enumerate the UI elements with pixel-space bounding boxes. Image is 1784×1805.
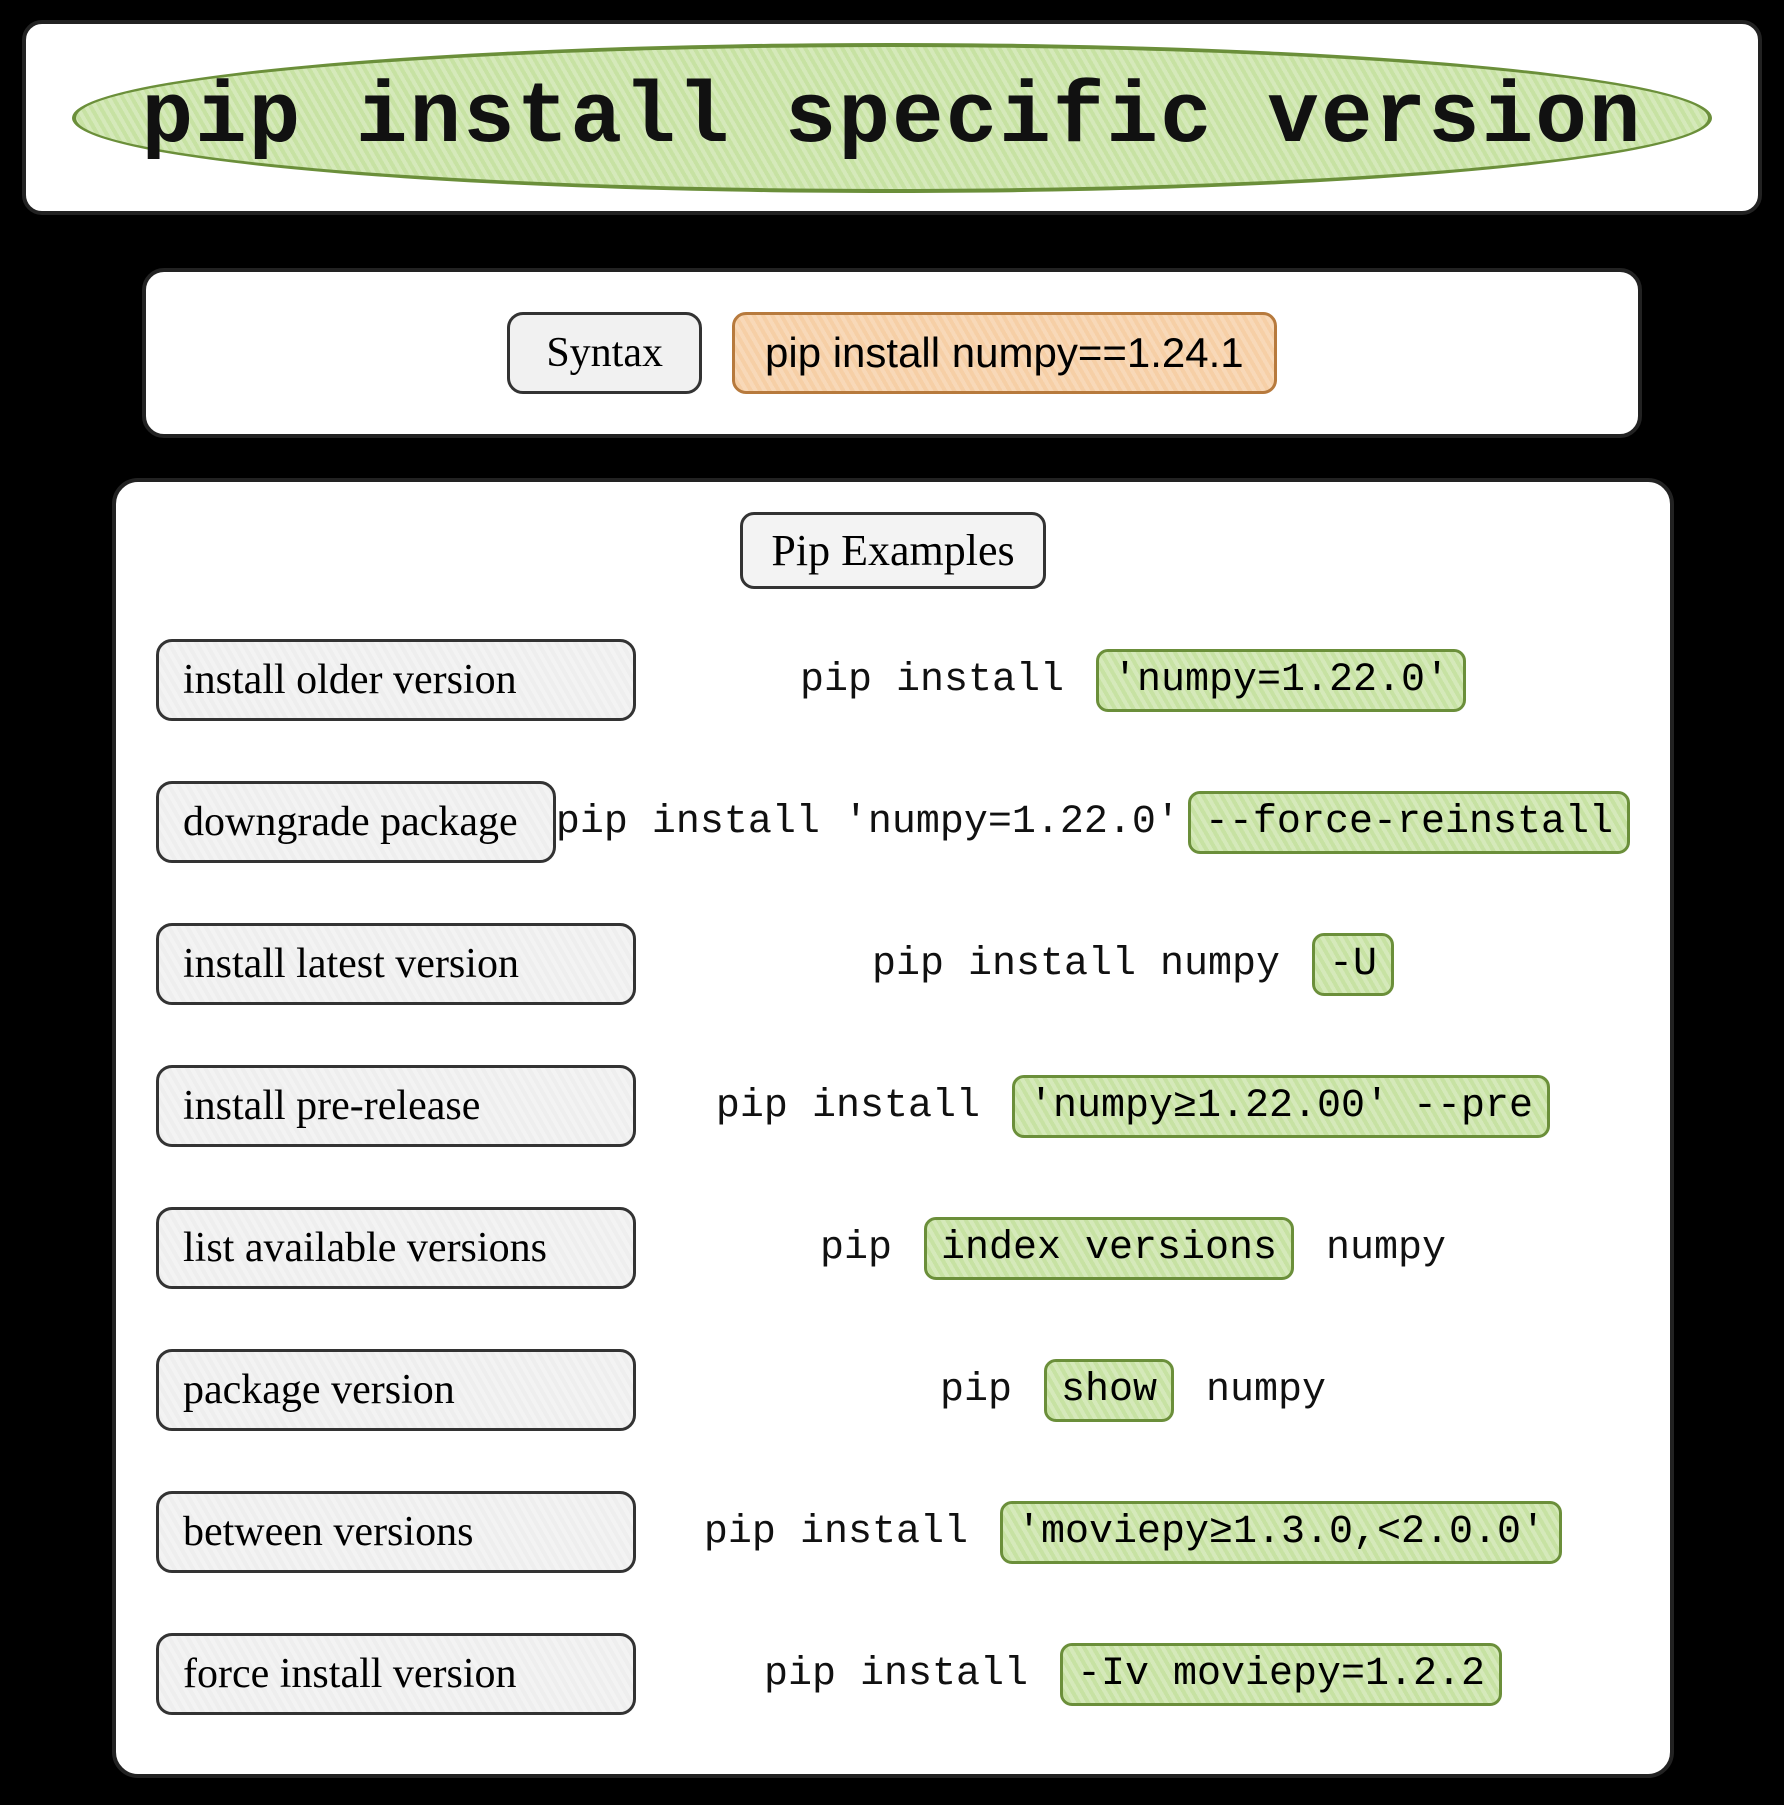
example-command: pip show numpy xyxy=(636,1359,1630,1422)
command-text: pip xyxy=(820,1226,916,1271)
example-label: install pre-release xyxy=(156,1065,636,1147)
example-label: install latest version xyxy=(156,923,636,1005)
syntax-label: Syntax xyxy=(507,312,702,394)
example-command: pip install -Iv moviepy=1.2.2 xyxy=(636,1643,1630,1706)
example-command: pip install 'moviepy≥1.3.0,<2.0.0' xyxy=(636,1501,1630,1564)
command-text: pip install xyxy=(764,1652,1052,1697)
example-label: between versions xyxy=(156,1491,636,1573)
command-highlight: 'numpy≥1.22.00' --pre xyxy=(1012,1075,1550,1138)
page-title: pip install specific version xyxy=(141,69,1642,167)
examples-card: Pip Examples install older versionpip in… xyxy=(112,478,1674,1778)
example-row: force install versionpip install -Iv mov… xyxy=(156,1633,1630,1715)
syntax-code: pip install numpy==1.24.1 xyxy=(732,312,1277,394)
examples-header: Pip Examples xyxy=(156,512,1630,589)
command-text: pip install 'numpy=1.22.0' xyxy=(556,800,1180,845)
examples-list: install older versionpip install 'numpy=… xyxy=(156,639,1630,1715)
example-row: install pre-releasepip install 'numpy≥1.… xyxy=(156,1065,1630,1147)
command-highlight: 'moviepy≥1.3.0,<2.0.0' xyxy=(1000,1501,1562,1564)
example-row: install older versionpip install 'numpy=… xyxy=(156,639,1630,721)
command-highlight: 'numpy=1.22.0' xyxy=(1096,649,1466,712)
command-text: numpy xyxy=(1182,1368,1326,1413)
command-highlight: -Iv moviepy=1.2.2 xyxy=(1060,1643,1502,1706)
command-text: numpy xyxy=(1302,1226,1446,1271)
example-command: pip install 'numpy≥1.22.00' --pre xyxy=(636,1075,1630,1138)
title-ellipse: pip install specific version xyxy=(72,43,1712,193)
example-command: pip index versions numpy xyxy=(636,1217,1630,1280)
command-text: pip install numpy xyxy=(872,942,1304,987)
example-command: pip install 'numpy=1.22.0'--force-reinst… xyxy=(556,791,1630,854)
example-row: list available versionspip index version… xyxy=(156,1207,1630,1289)
title-card: pip install specific version xyxy=(22,20,1762,215)
example-row: between versionspip install 'moviepy≥1.3… xyxy=(156,1491,1630,1573)
command-text: pip install xyxy=(800,658,1088,703)
command-text: pip install xyxy=(704,1510,992,1555)
example-command: pip install 'numpy=1.22.0' xyxy=(636,649,1630,712)
command-highlight: show xyxy=(1044,1359,1174,1422)
example-label: list available versions xyxy=(156,1207,636,1289)
examples-title: Pip Examples xyxy=(740,512,1045,589)
syntax-card: Syntax pip install numpy==1.24.1 xyxy=(142,268,1642,438)
example-row: package versionpip show numpy xyxy=(156,1349,1630,1431)
command-highlight: index versions xyxy=(924,1217,1294,1280)
command-text: pip install xyxy=(716,1084,1004,1129)
example-label: package version xyxy=(156,1349,636,1431)
example-label: force install version xyxy=(156,1633,636,1715)
command-highlight: --force-reinstall xyxy=(1188,791,1630,854)
example-label: install older version xyxy=(156,639,636,721)
example-row: downgrade packagepip install 'numpy=1.22… xyxy=(156,781,1630,863)
example-command: pip install numpy -U xyxy=(636,933,1630,996)
example-row: install latest versionpip install numpy … xyxy=(156,923,1630,1005)
example-label: downgrade package xyxy=(156,781,556,863)
command-highlight: -U xyxy=(1312,933,1394,996)
command-text: pip xyxy=(940,1368,1036,1413)
